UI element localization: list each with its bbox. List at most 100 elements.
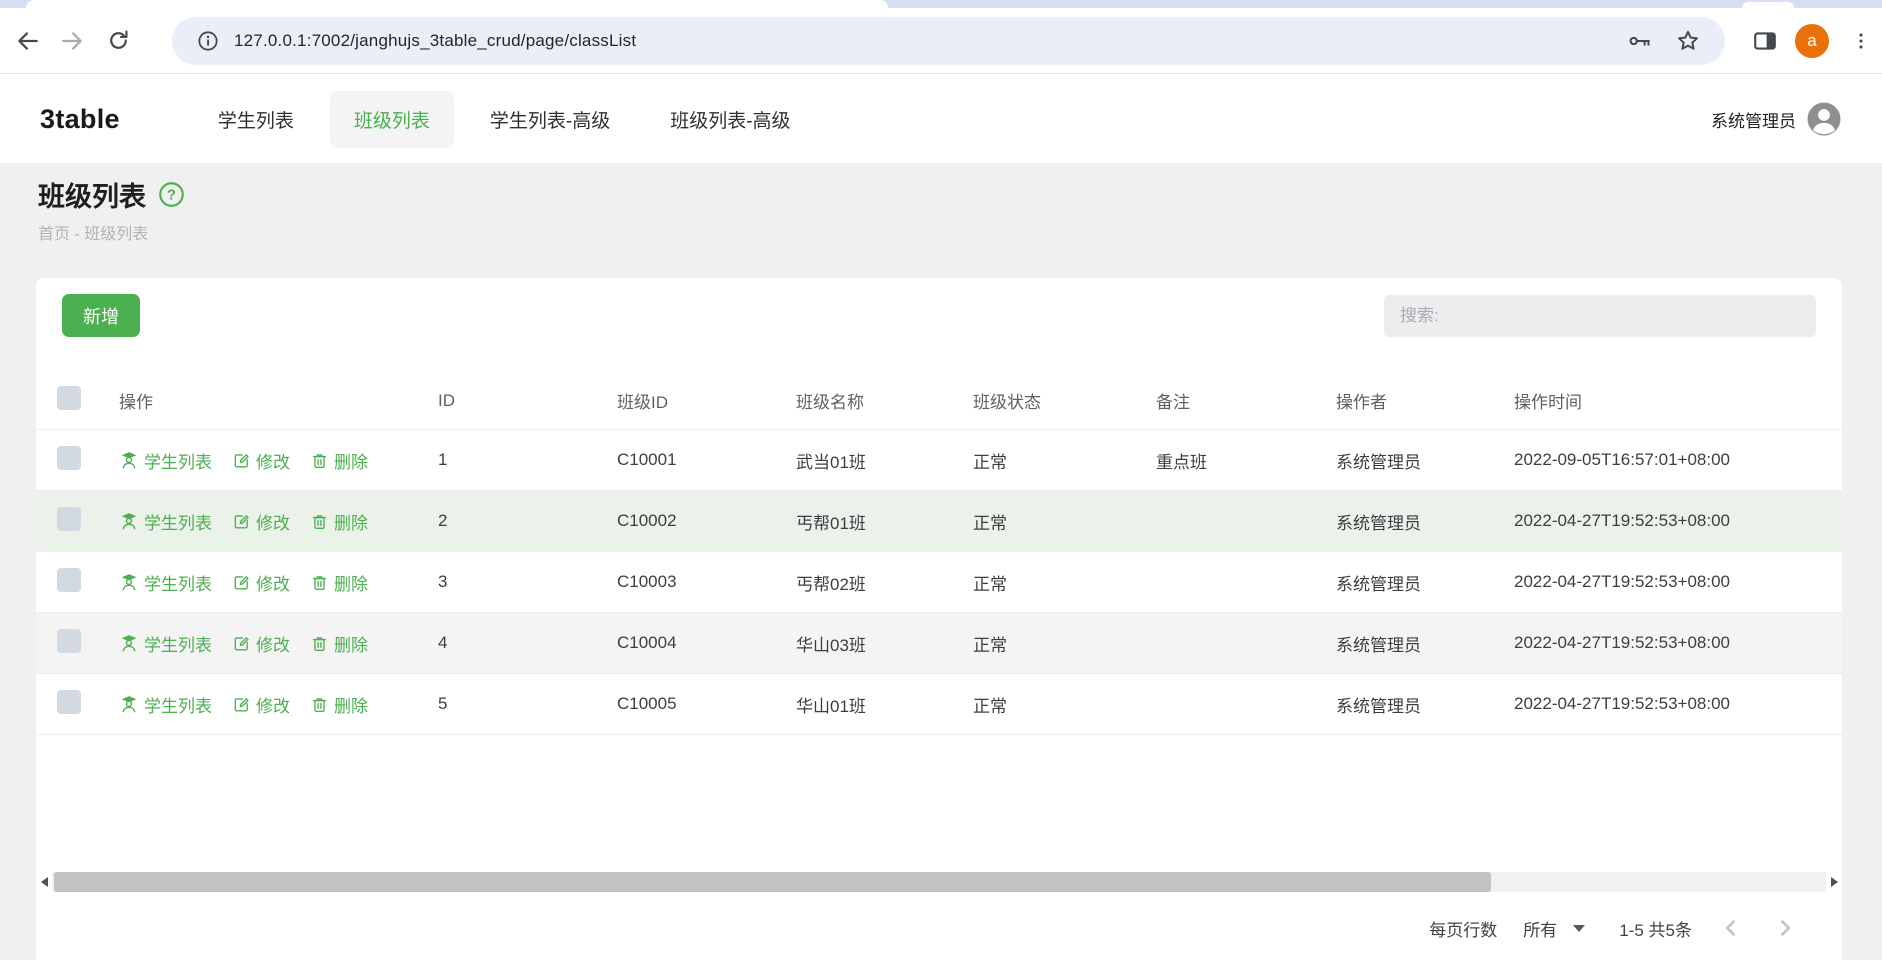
- rows-per-page-value: 所有: [1523, 916, 1557, 941]
- action-delete-link[interactable]: 删除: [310, 509, 368, 534]
- side-panel-button[interactable]: [1745, 21, 1785, 61]
- delete-icon: [310, 451, 329, 470]
- reload-button[interactable]: [98, 21, 138, 61]
- browser-window: 127.0.0.1:7002/janghujs_3table_crud/page…: [0, 0, 1882, 960]
- delete-icon: [310, 512, 329, 531]
- action-edit-link[interactable]: 修改: [232, 692, 290, 717]
- forward-arrow-icon: [59, 28, 85, 54]
- edit-icon: [232, 573, 251, 592]
- scrollbar-track[interactable]: [52, 872, 1826, 892]
- action-label: 学生列表: [144, 692, 212, 717]
- action-student-list-link[interactable]: 学生列表: [119, 570, 212, 595]
- action-label: 删除: [334, 631, 368, 656]
- student-icon: [119, 572, 139, 592]
- action-student-list-link[interactable]: 学生列表: [119, 509, 212, 534]
- student-icon: [119, 511, 139, 531]
- action-label: 学生列表: [144, 509, 212, 534]
- search-input[interactable]: [1384, 295, 1816, 337]
- app-navbar: 3table 学生列表班级列表学生列表-高级班级列表-高级 系统管理员: [0, 75, 1882, 163]
- browser-tab-strip: [0, 0, 1882, 8]
- cell-id: 4: [438, 633, 617, 653]
- action-label: 删除: [334, 570, 368, 595]
- user-menu[interactable]: 系统管理员: [1711, 101, 1842, 137]
- row-checkbox[interactable]: [57, 568, 81, 592]
- row-actions: 学生列表修改 删除: [119, 509, 438, 534]
- student-icon: [119, 633, 139, 653]
- cell-id: 2: [438, 511, 617, 531]
- cell-name: 华山03班: [796, 631, 973, 656]
- nav-tab-2[interactable]: 学生列表-高级: [466, 91, 634, 148]
- cell-class-id: C10003: [617, 572, 796, 592]
- student-icon: [119, 450, 139, 470]
- action-label: 删除: [334, 692, 368, 717]
- action-edit-link[interactable]: 修改: [232, 570, 290, 595]
- table-header-row: 操作 ID 班级ID 班级名称 班级状态 备注 操作者 操作时间: [36, 372, 1842, 430]
- nav-tab-1[interactable]: 班级列表: [330, 91, 454, 148]
- page-background: 班级列表 ? 首页 - 班级列表 新增 操作 ID 班级ID 班级名称 班级状态…: [0, 163, 1882, 960]
- cell-status: 正常: [973, 692, 1156, 717]
- class-table: 操作 ID 班级ID 班级名称 班级状态 备注 操作者 操作时间 学生列表修改删…: [36, 372, 1842, 735]
- password-key-icon[interactable]: [1627, 28, 1653, 54]
- url-bar[interactable]: 127.0.0.1:7002/janghujs_3table_crud/page…: [172, 17, 1725, 65]
- row-checkbox[interactable]: [57, 507, 81, 531]
- column-header-operator: 操作者: [1336, 388, 1514, 413]
- scroll-left-arrow[interactable]: [36, 872, 52, 892]
- cell-name: 华山01班: [796, 692, 973, 717]
- bookmark-star-icon[interactable]: [1675, 28, 1701, 54]
- browser-menu-button[interactable]: [1846, 21, 1876, 61]
- cell-name: 武当01班: [796, 448, 973, 473]
- cell-time: 2022-04-27T19:52:53+08:00: [1514, 511, 1842, 531]
- action-delete-link[interactable]: 删除: [310, 448, 368, 473]
- action-student-list-link[interactable]: 学生列表: [119, 448, 212, 473]
- scroll-right-arrow[interactable]: [1826, 872, 1842, 892]
- delete-icon: [310, 573, 329, 592]
- row-checkbox[interactable]: [57, 690, 81, 714]
- cell-remark: 重点班: [1156, 448, 1336, 473]
- scrollbar-thumb[interactable]: [54, 872, 1491, 892]
- cell-class-id: C10001: [617, 450, 796, 470]
- help-icon[interactable]: ?: [158, 181, 185, 208]
- rows-per-page-select[interactable]: 所有: [1523, 916, 1585, 941]
- action-label: 学生列表: [144, 448, 212, 473]
- row-checkbox[interactable]: [57, 446, 81, 470]
- prev-page-button[interactable]: [1718, 915, 1744, 941]
- forward-button[interactable]: [52, 21, 92, 61]
- action-delete-link[interactable]: 删除: [310, 692, 368, 717]
- cell-id: 5: [438, 694, 617, 714]
- back-button[interactable]: [8, 21, 48, 61]
- select-all-checkbox[interactable]: [57, 386, 81, 410]
- nav-tab-3[interactable]: 班级列表-高级: [646, 91, 814, 148]
- cell-id: 1: [438, 450, 617, 470]
- cell-status: 正常: [973, 631, 1156, 656]
- row-actions: 学生列表修改删除: [119, 448, 438, 473]
- right-triangle-icon: [1831, 877, 1838, 887]
- action-label: 修改: [256, 692, 290, 717]
- add-button[interactable]: 新增: [62, 294, 140, 337]
- nav-tab-0[interactable]: 学生列表: [194, 91, 318, 148]
- horizontal-scrollbar[interactable]: [36, 872, 1842, 892]
- browser-profile-avatar[interactable]: a: [1795, 24, 1829, 58]
- edit-icon: [232, 695, 251, 714]
- next-page-button[interactable]: [1772, 915, 1798, 941]
- site-info-icon[interactable]: [196, 29, 220, 53]
- column-header-status: 班级状态: [973, 388, 1156, 413]
- action-delete-link[interactable]: 删除: [310, 570, 368, 595]
- student-icon: [119, 694, 139, 714]
- action-label: 学生列表: [144, 631, 212, 656]
- action-label: 删除: [334, 509, 368, 534]
- cell-class-id: C10004: [617, 633, 796, 653]
- delete-icon: [310, 695, 329, 714]
- action-student-list-link[interactable]: 学生列表: [119, 692, 212, 717]
- cell-operator: 系统管理员: [1336, 570, 1514, 595]
- action-student-list-link[interactable]: 学生列表: [119, 631, 212, 656]
- edit-icon: [232, 451, 251, 470]
- action-edit-link[interactable]: 修改: [232, 448, 290, 473]
- row-actions: 学生列表 修改 删除: [119, 692, 438, 717]
- row-checkbox[interactable]: [57, 629, 81, 653]
- browser-active-tab[interactable]: [26, 0, 888, 8]
- column-header-class-id: 班级ID: [617, 388, 796, 413]
- action-edit-link[interactable]: 修改: [232, 509, 290, 534]
- cell-operator: 系统管理员: [1336, 448, 1514, 473]
- action-delete-link[interactable]: 删除: [310, 631, 368, 656]
- action-edit-link[interactable]: 修改: [232, 631, 290, 656]
